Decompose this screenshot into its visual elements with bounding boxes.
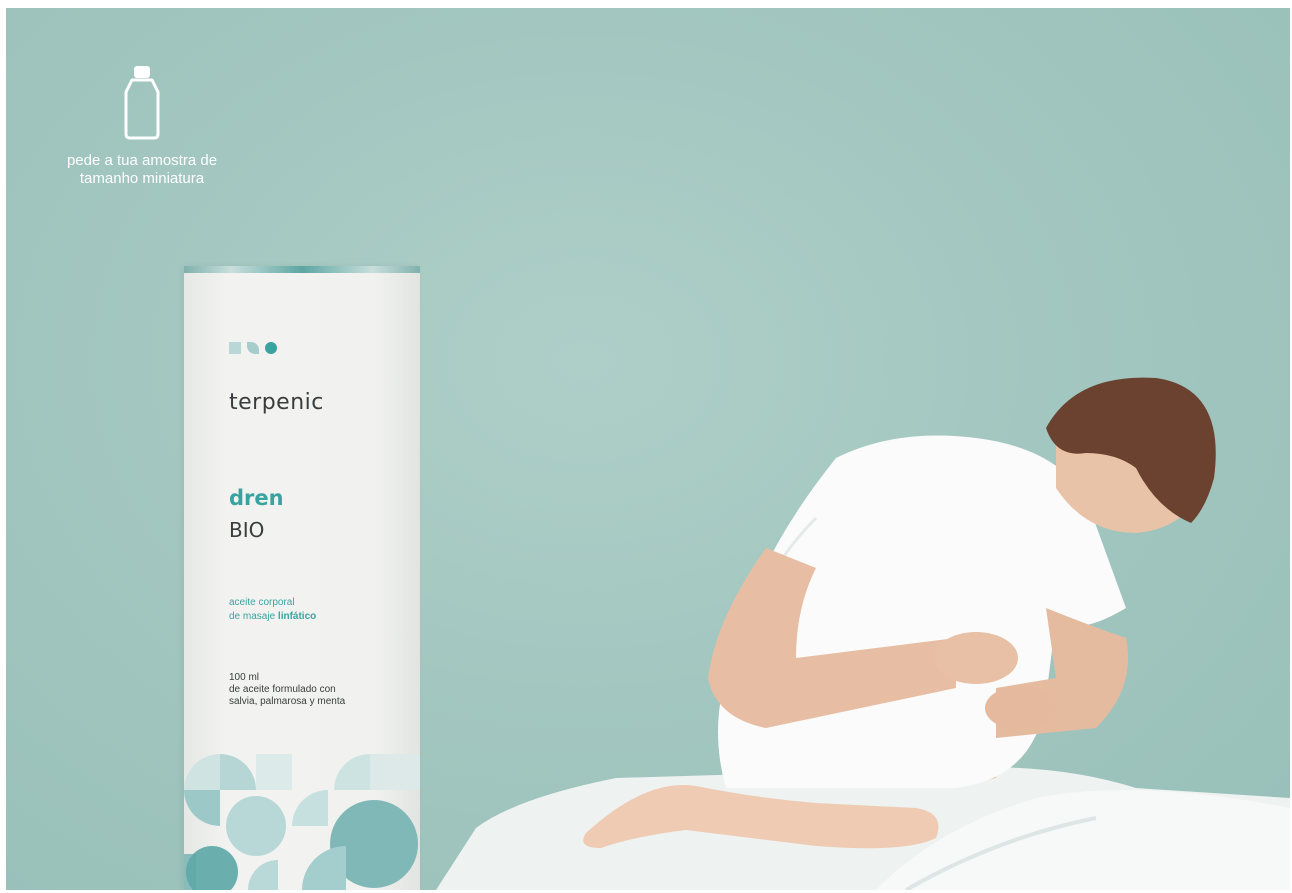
product-box: terpenic dren BIO aceite corporal de mas… (184, 266, 420, 890)
brand-dots-logo (229, 342, 277, 354)
sample-request-link[interactable]: pede a tua amostra de tamanho miniatura (22, 64, 262, 188)
hero-banner: pede a tua amostra de tamanho miniatura … (6, 8, 1290, 890)
massage-photo (436, 377, 1290, 890)
product-details: 100 ml de aceite formulado con salvia, p… (229, 672, 346, 707)
box-geometric-pattern (184, 754, 420, 890)
product-subname: BIO (229, 518, 265, 542)
bottle-icon (124, 66, 160, 140)
sample-request-text: pede a tua amostra de tamanho miniatura (66, 152, 218, 187)
box-top-edge (184, 266, 420, 273)
brand-name: terpenic (229, 390, 324, 415)
product-name: dren (229, 486, 284, 510)
product-description: aceite corporal de masaje linfático (229, 597, 317, 622)
